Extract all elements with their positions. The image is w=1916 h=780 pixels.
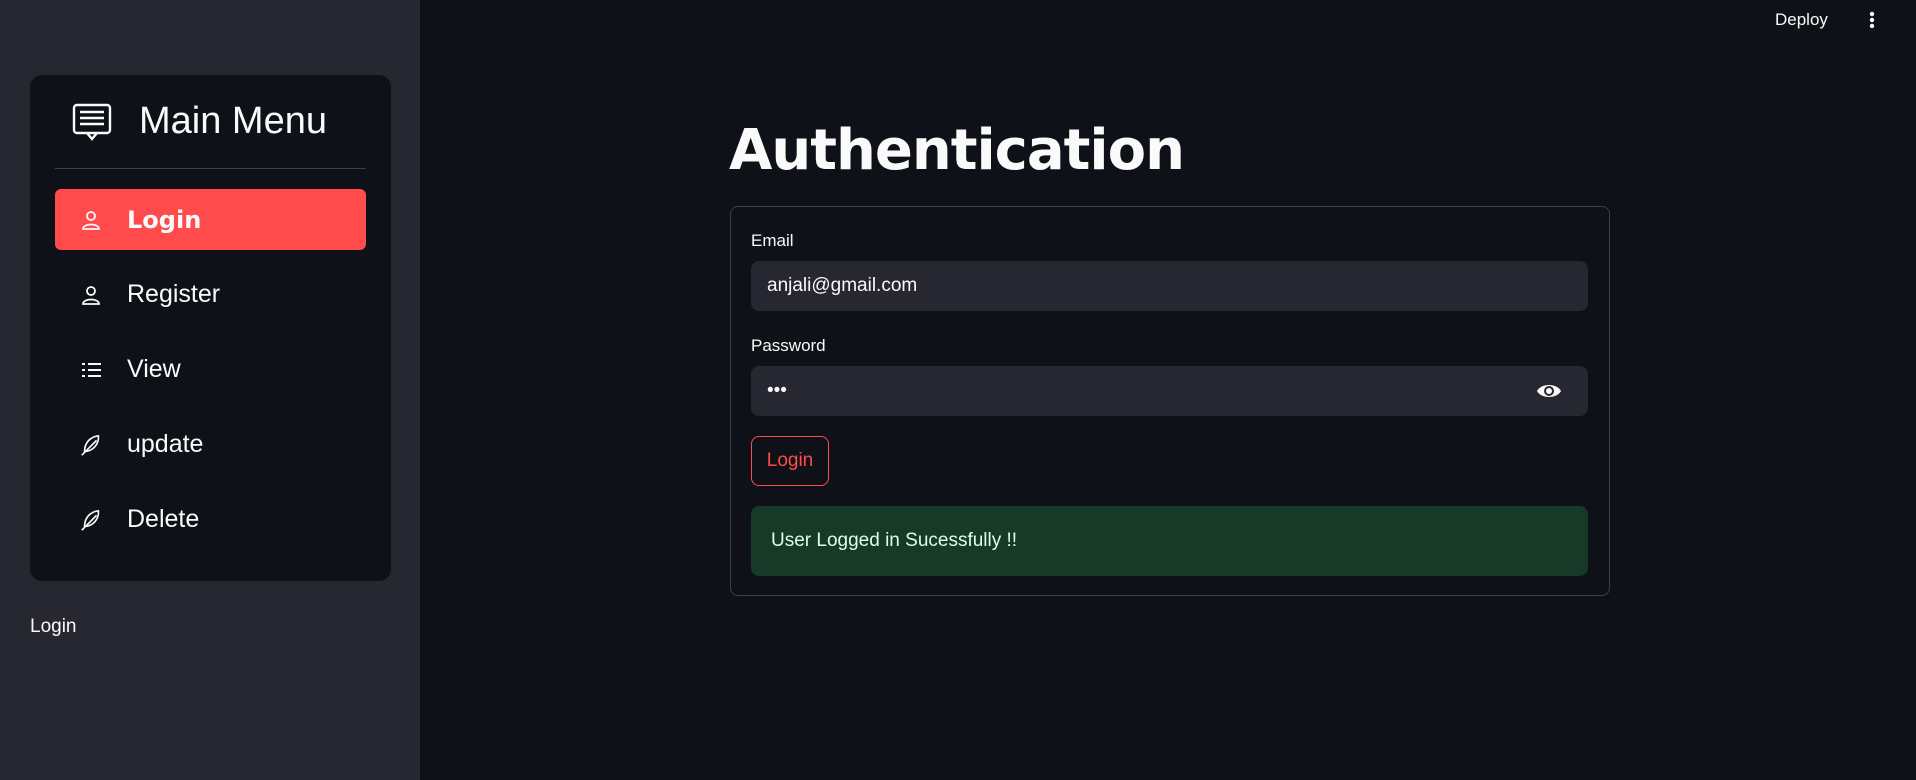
person-icon bbox=[79, 283, 103, 307]
email-label: Email bbox=[751, 231, 794, 250]
eye-icon[interactable] bbox=[1536, 379, 1562, 403]
page-title: Authentication bbox=[729, 118, 1185, 183]
person-icon bbox=[79, 208, 103, 232]
password-field[interactable]: ••• bbox=[751, 366, 1588, 416]
menu-item-label: View bbox=[127, 355, 181, 383]
password-value: ••• bbox=[767, 380, 787, 401]
menu-header: Main Menu bbox=[55, 75, 366, 169]
menu-item-label: Register bbox=[127, 280, 221, 308]
email-value: anjali@gmail.com bbox=[767, 275, 918, 296]
deploy-button[interactable]: Deploy bbox=[1775, 8, 1828, 32]
menu-item-login[interactable]: Login bbox=[55, 189, 366, 250]
menu-item-label: Login bbox=[127, 205, 202, 234]
menu-item-label: update bbox=[127, 430, 204, 458]
list-icon bbox=[79, 358, 103, 382]
success-message: User Logged in Sucessfully !! bbox=[771, 530, 1018, 551]
login-form: Email anjali@gmail.com Password ••• Logi… bbox=[730, 206, 1610, 596]
email-field[interactable]: anjali@gmail.com bbox=[751, 261, 1588, 311]
menu-item-view[interactable]: View bbox=[55, 339, 366, 400]
main-menu: Main Menu Login Register View update Del… bbox=[30, 75, 391, 581]
feather-icon bbox=[79, 433, 103, 457]
menu-item-delete[interactable]: Delete bbox=[55, 489, 366, 550]
menu-item-update[interactable]: update bbox=[55, 414, 366, 475]
login-button[interactable]: Login bbox=[751, 436, 829, 486]
menu-card-icon bbox=[72, 103, 112, 141]
success-alert: User Logged in Sucessfully !! bbox=[751, 506, 1588, 576]
sidebar: Main Menu Login Register View update Del… bbox=[0, 0, 420, 780]
menu-item-register[interactable]: Register bbox=[55, 264, 366, 325]
feather-icon bbox=[79, 508, 103, 532]
menu-title: Main Menu bbox=[139, 100, 327, 142]
kebab-menu-icon[interactable] bbox=[1864, 8, 1880, 32]
sidebar-selected-text: Login bbox=[30, 616, 77, 637]
menu-item-label: Delete bbox=[127, 505, 200, 533]
password-label: Password bbox=[751, 336, 826, 355]
